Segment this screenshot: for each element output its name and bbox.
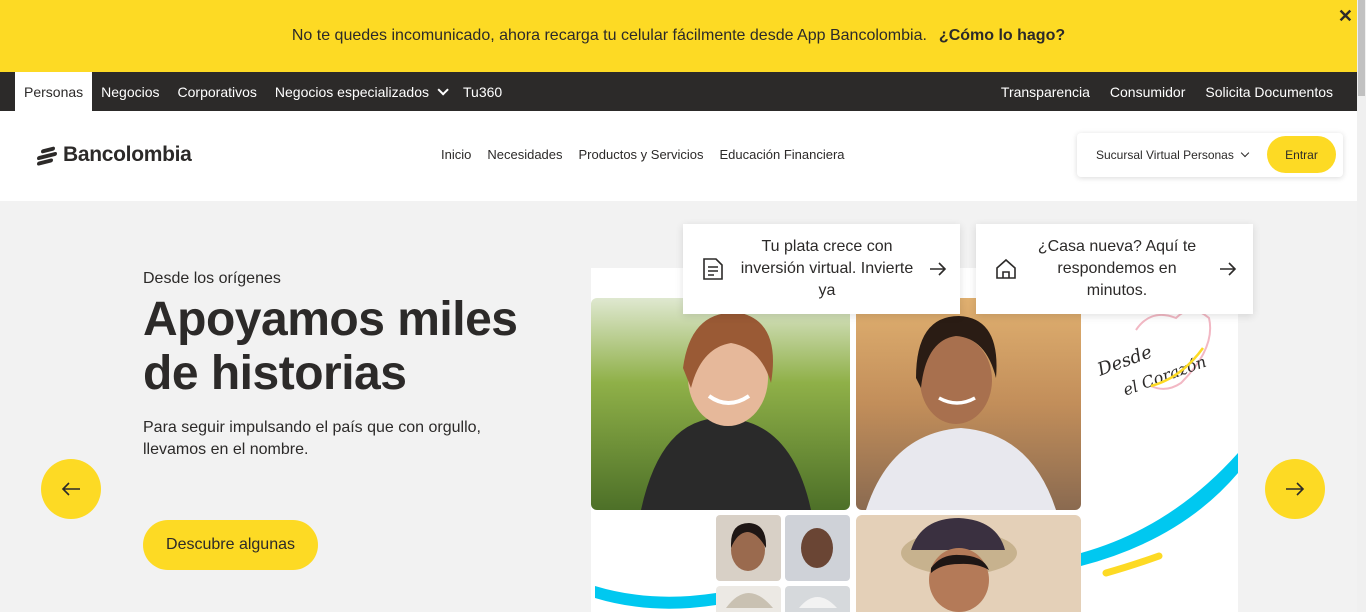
arrow-right-icon: [1220, 262, 1237, 276]
banner-link[interactable]: ¿Cómo lo hago?: [939, 27, 1065, 45]
scrollbar-thumb[interactable]: [1358, 0, 1365, 96]
nav-negocios-especializados[interactable]: Negocios especializados: [266, 72, 454, 111]
close-icon[interactable]: ✕: [1338, 6, 1353, 27]
entrar-button[interactable]: Entrar: [1267, 136, 1336, 173]
hero-eyebrow: Desde los orígenes: [143, 270, 281, 287]
photo-woman-field: [591, 298, 850, 510]
nav-productos-servicios[interactable]: Productos y Servicios: [579, 147, 704, 162]
house-icon: [996, 258, 1016, 279]
bancolombia-logo[interactable]: Bancolombia: [37, 143, 192, 167]
banner-message: No te quedes incomunicado, ahora recarga…: [291, 27, 927, 44]
yellow-stroke: [1102, 552, 1163, 577]
logo-text: Bancolombia: [63, 143, 192, 166]
photo-grid-small: [716, 515, 850, 612]
nav-personas[interactable]: Personas: [15, 72, 93, 111]
cyan-swoosh-bottom: [595, 586, 716, 609]
chevron-down-icon: [437, 83, 449, 96]
desde-el-corazon-logo: Desde el Corazón: [1094, 309, 1212, 400]
sucursal-dropdown[interactable]: Sucursal Virtual Personas: [1096, 148, 1234, 162]
scrollbar[interactable]: [1357, 0, 1366, 612]
hero-subtext: Para seguir impulsando el país que con o…: [143, 419, 481, 458]
nav-corporativos[interactable]: Corporativos: [169, 72, 266, 111]
nav-consumidor[interactable]: Consumidor: [1100, 72, 1195, 111]
logo-mark-icon: [37, 145, 59, 166]
arrow-right-icon: [930, 262, 947, 276]
nav-solicita-documentos[interactable]: Solicita Documentos: [1195, 72, 1343, 111]
promo-banner: No te quedes incomunicado, ahora recarga…: [0, 0, 1357, 72]
segment-nav: Personas Negocios Corporativos Negocios …: [0, 72, 1357, 111]
descubre-button[interactable]: Descubre algunas: [143, 520, 318, 570]
card-inversion-virtual[interactable]: Tu plata crece con inversión virtual. In…: [683, 224, 960, 314]
photo-woman-hat: [856, 515, 1081, 612]
document-icon: [703, 258, 723, 280]
nav-inicio[interactable]: Inicio: [441, 147, 471, 162]
main-nav: Inicio Necesidades Productos y Servicios…: [433, 147, 853, 162]
site-header: Bancolombia Inicio Necesidades Productos…: [0, 111, 1357, 201]
hero-headline-line-2: de historias: [143, 347, 407, 400]
card-casa-text: ¿Casa nueva? Aquí te respondemos en minu…: [1037, 238, 1197, 299]
nav-educacion-financiera[interactable]: Educación Financiera: [720, 147, 845, 162]
photo-woman-smiling: [856, 298, 1081, 510]
nav-necesidades[interactable]: Necesidades: [487, 147, 562, 162]
carousel-next-button[interactable]: [1265, 459, 1325, 519]
hero-headline-line-1: Apoyamos miles: [143, 293, 518, 346]
nav-tu360[interactable]: Tu360: [454, 72, 511, 111]
arrow-left-icon: [61, 482, 80, 496]
card-inversion-text: Tu plata crece con inversión virtual. In…: [740, 238, 914, 299]
sucursal-selector: Sucursal Virtual Personas Entrar: [1077, 133, 1343, 177]
hero-headline: Apoyamos miles de historias: [143, 293, 518, 401]
arrow-right-icon: [1286, 482, 1305, 496]
hero-collage: Desde el Corazón: [591, 268, 1238, 612]
nav-transparencia[interactable]: Transparencia: [991, 72, 1100, 111]
carousel-prev-button[interactable]: [41, 459, 101, 519]
chevron-down-icon: [1240, 148, 1250, 158]
cyan-swoosh: [1081, 453, 1238, 566]
card-casa-nueva[interactable]: ¿Casa nueva? Aquí te respondemos en minu…: [976, 224, 1253, 314]
collage-art: Desde el Corazón: [591, 298, 1238, 612]
nav-negocios[interactable]: Negocios: [92, 72, 168, 111]
nav-negocios-especializados-label: Negocios especializados: [274, 83, 429, 100]
